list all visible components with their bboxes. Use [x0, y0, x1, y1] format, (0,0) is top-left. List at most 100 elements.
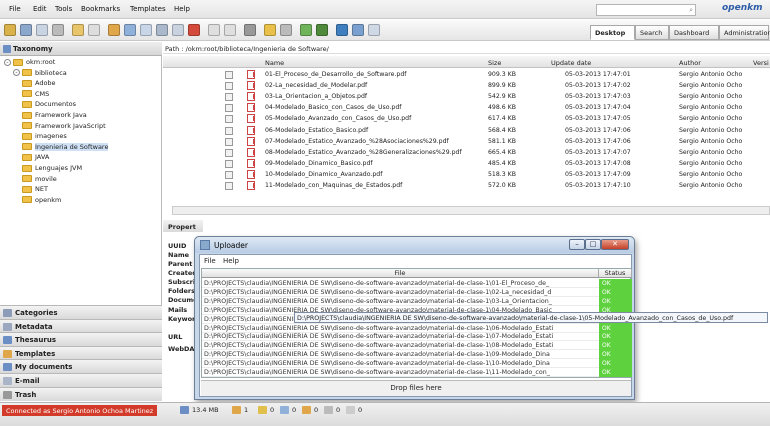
menu-edit[interactable]: Edit: [33, 5, 47, 13]
row-name[interactable]: 03-La_Orientacion_a_Objetos.pdf: [265, 93, 367, 100]
tree-item[interactable]: - biblioteca: [13, 69, 67, 79]
row-name[interactable]: 11-Modelado_con_Maquinas_de_Estados.pdf: [265, 182, 402, 189]
accordion-thesaurus[interactable]: Thesaurus: [0, 332, 162, 347]
properties-icon[interactable]: [244, 24, 256, 36]
row-checkbox[interactable]: [225, 137, 233, 146]
find-document-icon[interactable]: [36, 24, 48, 36]
table-row[interactable]: 11-Modelado_con_Maquinas_de_Estados.pdf 5…: [163, 180, 770, 191]
menu-bookmarks[interactable]: Bookmarks: [81, 5, 120, 13]
accordion-templates[interactable]: Templates: [0, 345, 162, 360]
accordion-my-documents[interactable]: My documents: [0, 359, 162, 374]
tree-item[interactable]: - okm:root: [4, 58, 55, 68]
upload-row[interactable]: D:\PROJECTS\claudia\INGENIERIA DE SW\dis…: [202, 323, 632, 333]
row-name[interactable]: 06-Modelado_Estatico_Basico.pdf: [265, 127, 368, 134]
row-checkbox[interactable]: [225, 82, 233, 91]
tree-item[interactable]: Documentos: [22, 100, 76, 110]
bookmark-icon[interactable]: [264, 24, 276, 36]
row-checkbox[interactable]: [225, 148, 233, 157]
accordion-e-mail[interactable]: E-mail: [0, 373, 162, 387]
accordion-categories[interactable]: Categories: [0, 305, 162, 319]
workflow-count-icon[interactable]: [324, 406, 333, 414]
row-name[interactable]: 01-El_Proceso_de_Desarrollo_de_Software.…: [265, 71, 406, 78]
row-name[interactable]: 02-La_necesidad_de_Modelar.pdf: [265, 82, 367, 89]
add-document-icon[interactable]: [88, 24, 100, 36]
quick-search-input[interactable]: ⌕: [596, 4, 696, 16]
taxonomy-header[interactable]: Taxonomy: [0, 42, 162, 56]
uploader-menu-help[interactable]: Help: [223, 257, 239, 265]
row-name[interactable]: 05-Modelado_Avanzado_con_Casos_de_Uso.pd…: [265, 115, 411, 122]
tree-item[interactable]: Framework Java: [22, 111, 87, 121]
row-checkbox[interactable]: [225, 71, 233, 79]
upload-row[interactable]: D:\PROJECTS\claudia\INGENIERIA DE SW\dis…: [202, 341, 632, 351]
menu-templates[interactable]: Templates: [130, 5, 166, 13]
accordion-metadata[interactable]: Metadata: [0, 318, 162, 333]
uploader-titlebar[interactable]: Uploader – □ ✕: [195, 237, 634, 253]
table-row[interactable]: 03-La_Orientacion_a_Objetos.pdf 542.9 KB 0…: [163, 91, 770, 102]
checkin-icon[interactable]: [124, 24, 136, 36]
upload-row[interactable]: D:\PROJECTS\claudia\INGENIERIA DE SW\dis…: [202, 287, 632, 297]
upload-row[interactable]: D:\PROJECTS\claudia\INGENIERIA DE SW\dis…: [202, 350, 632, 360]
create-folder-icon[interactable]: [4, 24, 16, 36]
refresh-icon[interactable]: [280, 24, 292, 36]
uploader-menu-file[interactable]: File: [204, 257, 216, 265]
col-file[interactable]: File: [202, 269, 599, 278]
upload-row[interactable]: D:\PROJECTS\claudia\INGENIERIA DE SW\dis…: [202, 332, 632, 342]
tree-item[interactable]: imagenes: [22, 132, 67, 142]
tab-search[interactable]: Search: [635, 25, 669, 40]
col-status[interactable]: Status: [599, 269, 632, 278]
row-checkbox[interactable]: [225, 104, 233, 113]
row-checkbox[interactable]: [225, 170, 233, 179]
table-row[interactable]: 10-Modelado_Dinamico_Avanzado.pdf 518.3 K…: [163, 169, 770, 180]
subscription-count-icon[interactable]: [280, 406, 289, 414]
col-version[interactable]: Versi: [753, 59, 769, 67]
unlock-icon[interactable]: [72, 24, 84, 36]
tab-desktop[interactable]: Desktop: [590, 25, 635, 40]
cancel-checkout-icon[interactable]: [140, 24, 152, 36]
upload-row[interactable]: D:\PROJECTS\claudia\INGENIERIA DE SW\dis…: [202, 368, 632, 377]
tree-item[interactable]: Adobe: [22, 79, 56, 89]
table-row[interactable]: 09-Modelado_Dinamico_Basico.pdf 485.4 KB 0…: [163, 158, 770, 169]
tree-item[interactable]: CMS: [22, 90, 49, 100]
row-checkbox[interactable]: [225, 126, 233, 135]
export-icon[interactable]: [336, 24, 348, 36]
mail-icon[interactable]: [352, 24, 364, 36]
drop-zone[interactable]: Drop files here: [201, 380, 631, 396]
tree-item[interactable]: JAVA: [22, 153, 49, 163]
menu-tools[interactable]: Tools: [55, 5, 72, 13]
close-button[interactable]: ✕: [601, 239, 629, 250]
upload-row[interactable]: D:\PROJECTS\claudia\INGENIERIA DE SW\dis…: [202, 296, 632, 306]
home-icon[interactable]: [316, 24, 328, 36]
download-icon[interactable]: [156, 24, 168, 36]
upload-icon[interactable]: [172, 24, 184, 36]
checkout-count-icon[interactable]: [258, 406, 267, 414]
row-name[interactable]: 10-Modelado_Dinamico_Avanzado.pdf: [265, 171, 382, 178]
table-row[interactable]: 08-Modelado_Estatico_Avanzado_%28General…: [163, 147, 770, 158]
table-row[interactable]: 02-La_necesidad_de_Modelar.pdf 899.9 KB 05…: [163, 80, 770, 91]
horizontal-scrollbar[interactable]: [172, 206, 770, 215]
messages-count-icon[interactable]: [346, 406, 355, 414]
delete-icon[interactable]: [188, 24, 200, 36]
checkout-icon[interactable]: [108, 24, 120, 36]
maximize-button[interactable]: □: [585, 239, 601, 250]
row-name[interactable]: 07-Modelado_Estatico_Avanzado_%28Asociac…: [265, 138, 449, 145]
row-name[interactable]: 09-Modelado_Dinamico_Basico.pdf: [265, 160, 373, 167]
copy-icon[interactable]: [208, 24, 220, 36]
news-count-icon[interactable]: [302, 406, 311, 414]
minimize-button[interactable]: –: [569, 239, 585, 250]
col-update-date[interactable]: Update date: [551, 59, 591, 67]
tab-dashboard[interactable]: Dashboard: [669, 25, 719, 40]
col-size[interactable]: Size: [488, 59, 501, 67]
menu-help[interactable]: Help: [174, 5, 190, 13]
row-checkbox[interactable]: [225, 159, 233, 168]
lock-count-icon[interactable]: [232, 406, 241, 414]
menu-file[interactable]: File: [9, 5, 21, 13]
row-name[interactable]: 08-Modelado_Estatico_Avanzado_%28General…: [265, 149, 462, 156]
lock-icon[interactable]: [52, 24, 64, 36]
upload-row[interactable]: D:\PROJECTS\claudia\INGENIERIA DE SW\dis…: [202, 359, 632, 369]
row-checkbox[interactable]: [225, 93, 233, 102]
col-author[interactable]: Author: [679, 59, 701, 67]
workflow-icon[interactable]: [300, 24, 312, 36]
scanner-icon[interactable]: [368, 24, 380, 36]
tree-item[interactable]: NET: [22, 185, 48, 195]
tab-administration[interactable]: Administration: [719, 25, 770, 40]
